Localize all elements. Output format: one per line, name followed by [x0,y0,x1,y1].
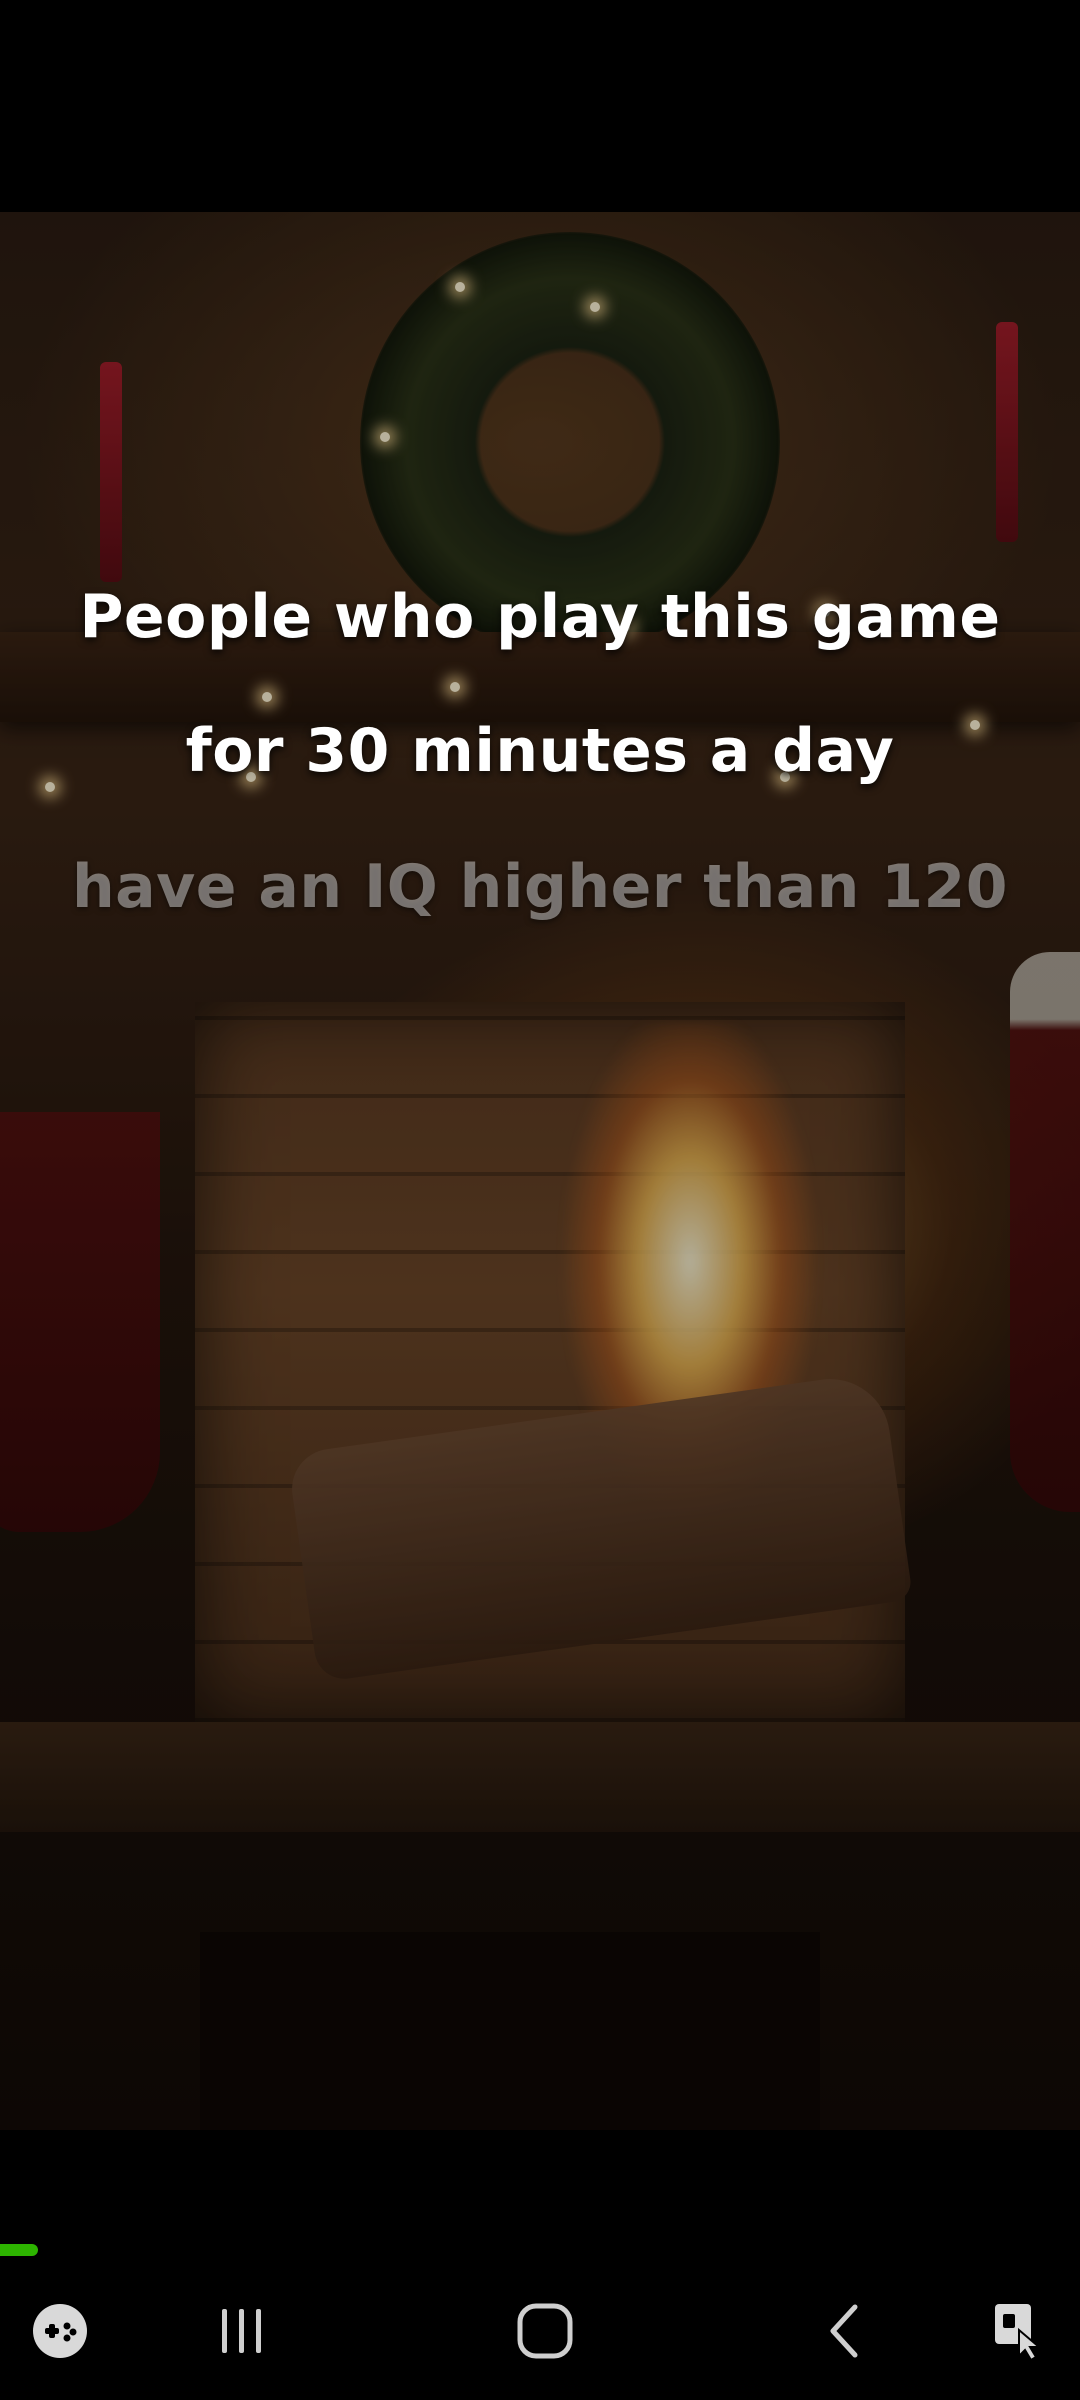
video-player[interactable] [0,212,1080,2130]
caption-line-1: People who play this game [79,582,1001,652]
game-launcher-button[interactable] [0,2262,120,2400]
screen: People who play this game for 30 minutes… [0,0,1080,2400]
game-launcher-icon [33,2304,87,2358]
home-icon [517,2303,573,2359]
screenshot-tool-icon [995,2304,1042,2362]
caption-line-3: have an IQ higher than 120 [71,852,1009,922]
home-button[interactable] [485,2262,605,2400]
status-bar-area [0,0,1080,212]
screenshot-tool-button[interactable] [960,2262,1080,2400]
back-button[interactable] [787,2262,907,2400]
back-icon [830,2304,858,2358]
recent-apps-icon [222,2309,261,2353]
caption-line-2: for 30 minutes a day [185,716,895,786]
recent-apps-button[interactable] [182,2262,302,2400]
navigation-bar [0,2262,1080,2400]
video-progress-bar[interactable] [0,2244,38,2256]
video-dim-overlay [0,212,1080,2130]
